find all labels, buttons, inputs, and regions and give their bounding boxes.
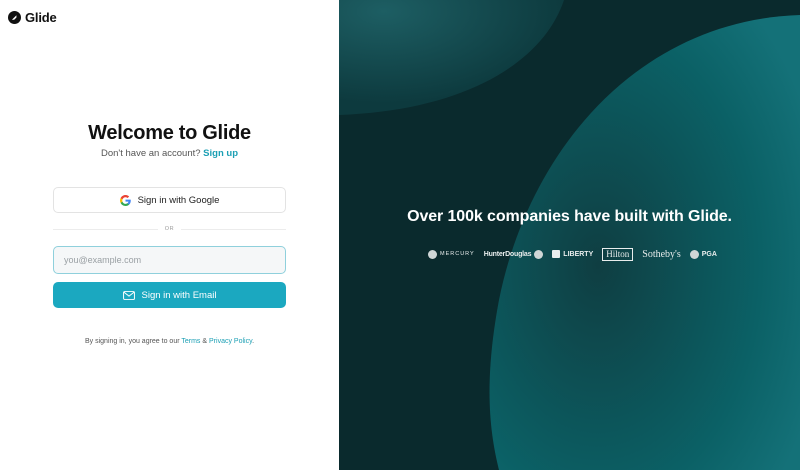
or-divider: OR	[53, 226, 286, 232]
promo-background-art	[339, 0, 800, 470]
brand-logo[interactable]: Glide	[8, 10, 57, 25]
terms-suffix: .	[252, 338, 255, 345]
promo-headline: Over 100k companies have built with Glid…	[407, 208, 732, 225]
logo-liberty: LIBERTY	[552, 250, 593, 258]
mercury-icon	[428, 249, 437, 259]
liberty-icon	[552, 250, 561, 258]
logo-hilton: Hilton	[602, 247, 634, 261]
mail-icon	[122, 290, 135, 300]
sign-in-email-button[interactable]: Sign in with Email	[53, 282, 286, 308]
sign-in-google-button[interactable]: Sign in with Google	[53, 187, 286, 213]
divider-line-right	[181, 229, 286, 230]
logo-mercury: MERCURY	[428, 249, 475, 259]
privacy-policy-link[interactable]: Privacy Policy	[209, 338, 252, 345]
page-title: Welcome to Glide	[88, 122, 251, 144]
google-icon	[119, 194, 131, 206]
sign-up-link[interactable]: Sign up	[203, 148, 238, 159]
pga-icon	[689, 249, 699, 259]
glide-logo-icon	[8, 11, 21, 24]
brand-name: Glide	[25, 10, 57, 25]
email-button-label: Sign in with Email	[141, 289, 217, 301]
terms-link[interactable]: Terms	[181, 338, 200, 345]
no-account-text: Don't have an account?	[101, 148, 201, 159]
customer-logos: MERCURY HunterDouglas LIBERTY Hilton Sot…	[428, 246, 717, 262]
signup-prompt: Don't have an account? Sign up	[0, 148, 339, 159]
login-panel: Glide Welcome to Glide Don't have an acc…	[0, 0, 339, 470]
terms-prefix: By signing in, you agree to our	[84, 338, 180, 345]
terms-notice: By signing in, you agree to our Terms & …	[0, 338, 339, 345]
logo-hunter-douglas: HunterDouglas	[484, 249, 544, 259]
logo-pga: PGA	[689, 249, 717, 259]
google-button-label: Sign in with Google	[137, 194, 220, 206]
promo-panel: Over 100k companies have built with Glid…	[339, 0, 800, 470]
terms-and: &	[202, 338, 208, 345]
logo-sothebys: Sotheby's	[642, 248, 681, 260]
hunter-douglas-icon	[534, 249, 544, 259]
email-input[interactable]	[53, 246, 286, 274]
